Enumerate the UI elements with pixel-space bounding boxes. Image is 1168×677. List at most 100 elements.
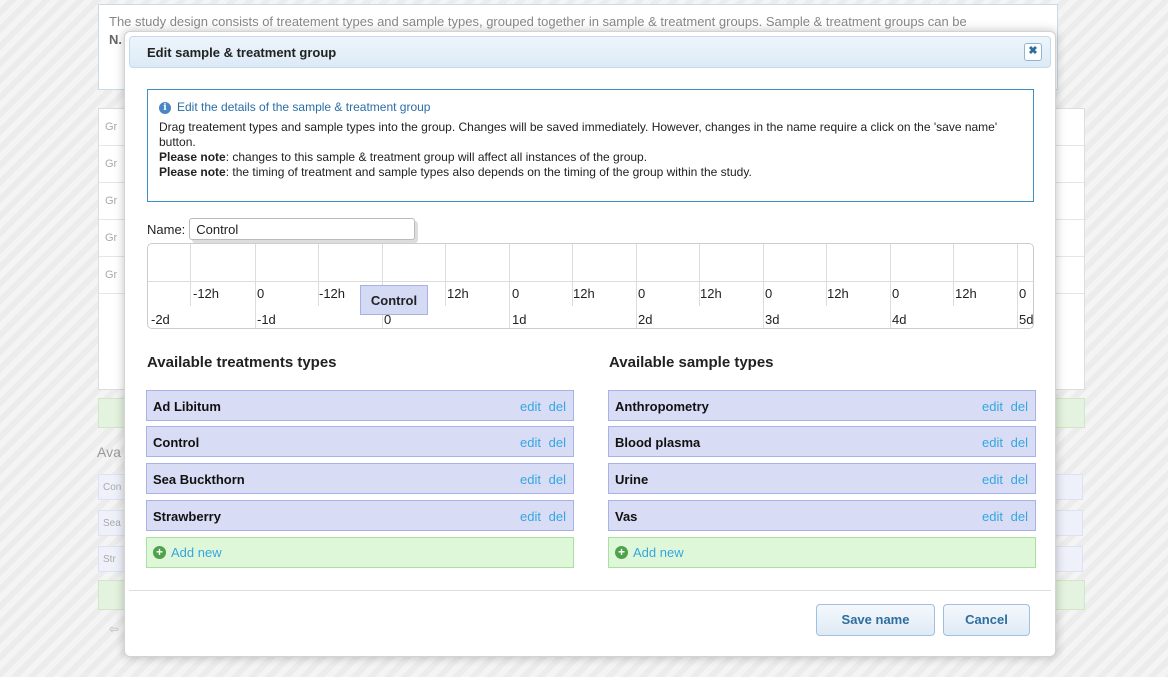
day-label: 3d xyxy=(765,312,780,327)
item-actions: edit del xyxy=(516,435,566,450)
timeline-hour-line xyxy=(953,244,954,306)
add-sample-button[interactable]: + Add new xyxy=(608,537,1036,568)
edit-link[interactable]: edit xyxy=(982,399,1003,414)
samples-heading: Available sample types xyxy=(609,354,774,371)
treatment-item[interactable]: Control edit del xyxy=(146,426,574,457)
add-sample-label: Add new xyxy=(633,545,684,560)
info-note-1: Please note: changes to this sample & tr… xyxy=(159,150,1022,165)
note-label: Please note xyxy=(159,150,226,164)
edit-link[interactable]: edit xyxy=(520,435,541,450)
delete-link[interactable]: del xyxy=(1011,435,1028,450)
day-label: -2d xyxy=(151,312,170,327)
treatment-label: Sea Buckthorn xyxy=(153,472,245,487)
sample-item[interactable]: Blood plasma edit del xyxy=(608,426,1036,457)
edit-link[interactable]: edit xyxy=(520,509,541,524)
sample-item[interactable]: Urine edit del xyxy=(608,463,1036,494)
timeline-day-line xyxy=(636,244,637,328)
timeline-day-line xyxy=(890,244,891,328)
treatment-label: Control xyxy=(153,435,200,450)
delete-link[interactable]: del xyxy=(549,509,566,524)
dialog-title: Edit sample & treatment group xyxy=(147,45,337,60)
background-back-arrow-icon: ⇦ xyxy=(109,622,120,636)
sample-label: Anthropometry xyxy=(615,399,709,414)
delete-link[interactable]: del xyxy=(1011,472,1028,487)
item-actions: edit del xyxy=(516,472,566,487)
item-actions: edit del xyxy=(516,399,566,414)
hour-tick: 0 xyxy=(892,286,900,301)
hour-tick: -12h xyxy=(319,286,346,301)
add-treatment-label: Add new xyxy=(171,545,222,560)
edit-link[interactable]: edit xyxy=(982,472,1003,487)
day-label: 5d xyxy=(1019,312,1034,327)
item-actions: edit del xyxy=(978,435,1028,450)
add-treatment-button[interactable]: + Add new xyxy=(146,537,574,568)
save-name-button[interactable]: Save name xyxy=(816,604,935,636)
hour-tick: 0 xyxy=(638,286,646,301)
day-label: 2d xyxy=(638,312,653,327)
note-text: : changes to this sample & treatment gro… xyxy=(225,150,648,164)
sample-label: Blood plasma xyxy=(615,435,701,450)
cancel-button[interactable]: Cancel xyxy=(943,604,1030,636)
close-icon[interactable]: ✖ xyxy=(1024,43,1042,61)
item-actions: edit del xyxy=(978,399,1028,414)
treatment-item[interactable]: Sea Buckthorn edit del xyxy=(146,463,574,494)
edit-link[interactable]: edit xyxy=(982,509,1003,524)
name-row: Name: xyxy=(147,216,416,242)
hour-tick: 12h xyxy=(955,286,977,301)
group-name-input[interactable] xyxy=(189,218,416,240)
info-heading: i Edit the details of the sample & treat… xyxy=(159,100,1022,115)
day-label: 1d xyxy=(512,312,527,327)
info-box: i Edit the details of the sample & treat… xyxy=(147,89,1034,202)
day-label: 4d xyxy=(892,312,907,327)
timeline-group-marker[interactable]: Control xyxy=(360,285,428,315)
hour-tick: 0 xyxy=(765,286,773,301)
hour-tick: 12h xyxy=(827,286,849,301)
edit-group-dialog: Edit sample & treatment group ✖ i Edit t… xyxy=(124,31,1056,657)
hour-tick: 0 xyxy=(257,286,265,301)
info-icon: i xyxy=(159,101,171,114)
treatment-item[interactable]: Ad Libitum edit del xyxy=(146,390,574,421)
delete-link[interactable]: del xyxy=(549,435,566,450)
hour-tick: 0 xyxy=(1019,286,1027,301)
sample-label: Urine xyxy=(615,472,649,487)
info-note-2: Please note: the timing of treatment and… xyxy=(159,165,1022,180)
timeline-day-line xyxy=(509,244,510,328)
item-actions: edit del xyxy=(978,509,1028,524)
background-intro-text: The study design consists of treatement … xyxy=(109,14,967,29)
hour-tick: 12h xyxy=(700,286,722,301)
hour-tick: -12h xyxy=(193,286,220,301)
sample-item[interactable]: Anthropometry edit del xyxy=(608,390,1036,421)
edit-link[interactable]: edit xyxy=(520,472,541,487)
background-intro-note: N. xyxy=(109,32,122,47)
info-heading-text: Edit the details of the sample & treatme… xyxy=(177,100,431,114)
delete-link[interactable]: del xyxy=(549,399,566,414)
hour-tick: 0 xyxy=(512,286,520,301)
dialog-footer-divider xyxy=(129,590,1051,591)
edit-link[interactable]: edit xyxy=(520,399,541,414)
edit-link[interactable]: edit xyxy=(982,435,1003,450)
background-available-heading: Ava xyxy=(97,444,121,460)
name-label: Name: xyxy=(147,221,186,237)
treatment-item[interactable]: Strawberry edit del xyxy=(146,500,574,531)
note-text: : the timing of treatment and sample typ… xyxy=(225,165,752,179)
plus-circle-icon: + xyxy=(153,546,166,559)
delete-link[interactable]: del xyxy=(1011,509,1028,524)
timeline[interactable]: -12h 0 -12h 12h 0 12h 0 12h 0 12h 0 12h … xyxy=(147,243,1034,329)
dialog-titlebar[interactable]: Edit sample & treatment group ✖ xyxy=(129,36,1051,68)
hour-tick: 12h xyxy=(447,286,469,301)
sample-label: Vas xyxy=(615,509,638,524)
timeline-day-line xyxy=(1017,244,1018,328)
delete-link[interactable]: del xyxy=(549,472,566,487)
hour-tick: 12h xyxy=(573,286,595,301)
item-actions: edit del xyxy=(978,472,1028,487)
plus-circle-icon: + xyxy=(615,546,628,559)
timeline-day-line xyxy=(255,244,256,328)
timeline-hour-line xyxy=(445,244,446,306)
timeline-divider xyxy=(148,281,1033,282)
info-line: Drag treatement types and sample types i… xyxy=(159,120,998,149)
delete-link[interactable]: del xyxy=(1011,399,1028,414)
item-actions: edit del xyxy=(516,509,566,524)
sample-item[interactable]: Vas edit del xyxy=(608,500,1036,531)
note-label: Please note xyxy=(159,165,226,179)
treatment-label: Strawberry xyxy=(153,509,221,524)
